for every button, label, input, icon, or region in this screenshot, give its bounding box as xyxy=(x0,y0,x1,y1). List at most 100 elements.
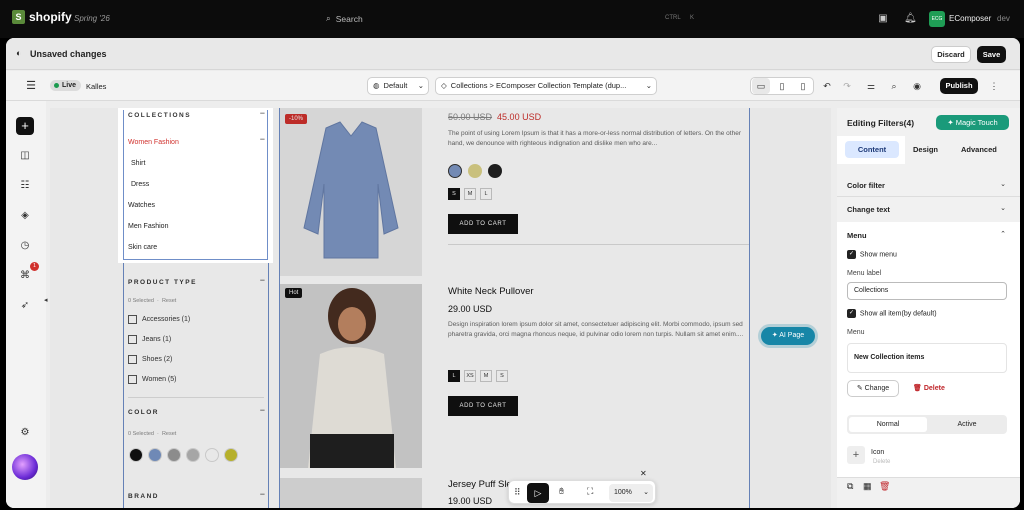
collection-item-dress[interactable]: Dress xyxy=(131,181,149,188)
copy-icon[interactable]: ⧉ xyxy=(847,481,853,492)
product-type-option[interactable]: Women (5) xyxy=(128,375,177,384)
drag-handle-icon[interactable]: ⠿ xyxy=(514,487,521,498)
change-button[interactable]: ✎ Change xyxy=(847,380,899,397)
bell-icon[interactable]: 🔔︎ xyxy=(904,13,917,25)
collection-item-shirt[interactable]: Shirt xyxy=(131,160,145,167)
collapse-left-icon[interactable]: ◂ xyxy=(44,296,48,304)
reset-link[interactable]: Reset xyxy=(162,431,176,437)
trash-icon[interactable]: 🗑︎ xyxy=(879,481,890,492)
add-icon-button[interactable]: + xyxy=(847,446,865,464)
more-icon[interactable]: ⋮ xyxy=(985,78,1003,94)
collapse-minus-icon[interactable]: − xyxy=(260,275,265,285)
size-option[interactable]: XS xyxy=(464,370,476,382)
chevron-up-icon[interactable]: ⌃ xyxy=(1000,230,1006,238)
redo-icon[interactable]: ↷ xyxy=(838,78,856,94)
chevron-down-icon[interactable]: ⌄ xyxy=(1000,180,1006,188)
add-icon[interactable]: + xyxy=(16,117,34,135)
tablet-icon[interactable]: ▯ xyxy=(773,78,791,94)
shopify-logo[interactable]: Sshopify xyxy=(12,10,72,24)
stack-icon[interactable]: ◈ xyxy=(16,207,34,225)
size-option[interactable]: M xyxy=(480,370,492,382)
sliders-icon[interactable]: ⚌ xyxy=(862,78,880,94)
delete-button[interactable]: 🗑︎ Delete xyxy=(913,384,945,392)
layers-icon[interactable]: ◫ xyxy=(16,147,34,165)
chevron-down-icon[interactable]: ⌄ xyxy=(1000,204,1006,212)
gear-icon[interactable]: ⚙ xyxy=(16,424,34,442)
product-title[interactable]: White Neck Pullover xyxy=(448,286,534,297)
product-type-option[interactable]: Shoes (2) xyxy=(128,355,172,364)
menu-icon[interactable]: ☰ xyxy=(22,78,40,94)
assistant-orb[interactable] xyxy=(12,454,38,480)
grid-icon[interactable]: ▦ xyxy=(863,481,872,492)
store-icon[interactable]: ▣ xyxy=(877,13,889,25)
shop-name[interactable]: EComposer xyxy=(949,14,991,23)
color-swatch-silver[interactable] xyxy=(186,448,200,462)
checkbox[interactable] xyxy=(128,335,137,344)
color-swatch-white[interactable] xyxy=(205,448,219,462)
search-bar[interactable]: ⌕ Search xyxy=(326,13,363,24)
tab-active[interactable]: Active xyxy=(929,417,1005,432)
database-icon[interactable]: ☷ xyxy=(16,177,34,195)
default-select[interactable]: ◍ Default ⌄ xyxy=(367,77,429,95)
product-type-option[interactable]: Jeans (1) xyxy=(128,335,171,344)
pointer-icon[interactable]: ▷ xyxy=(527,483,549,503)
variant-swatch-yellow[interactable] xyxy=(468,164,482,178)
size-option[interactable]: S xyxy=(448,188,460,200)
hand-icon[interactable]: ✋︎ xyxy=(559,486,564,497)
tab-advanced[interactable]: Advanced xyxy=(961,145,997,154)
collapse-minus-icon[interactable]: − xyxy=(260,134,265,144)
undo-icon[interactable]: ↶ xyxy=(818,78,836,94)
size-option[interactable]: L xyxy=(480,188,492,200)
product-image[interactable] xyxy=(280,478,422,508)
show-all-toggle[interactable]: ✓ Show all item(by default) xyxy=(847,309,937,318)
collapse-minus-icon[interactable]: − xyxy=(260,108,265,118)
color-swatch-black[interactable] xyxy=(129,448,143,462)
product-image[interactable] xyxy=(280,284,422,468)
collapse-minus-icon[interactable]: − xyxy=(260,405,265,415)
color-filter-section[interactable]: Color filter xyxy=(847,181,885,190)
search-zoom-icon[interactable]: ⌕ xyxy=(885,78,903,94)
fit-screen-icon[interactable]: ⛶ xyxy=(587,486,593,497)
ai-page-button[interactable]: ✦ AI Page xyxy=(761,327,815,345)
checkbox[interactable] xyxy=(128,355,137,364)
publish-button[interactable]: Publish xyxy=(940,78,978,94)
checkbox[interactable] xyxy=(128,315,137,324)
add-to-cart-button[interactable]: ADD TO CART xyxy=(448,214,518,234)
tab-normal[interactable]: Normal xyxy=(849,417,927,432)
discard-button[interactable]: Discard xyxy=(931,46,971,63)
add-to-cart-button[interactable]: ADD TO CART xyxy=(448,396,518,416)
collection-item-skin-care[interactable]: Skin care xyxy=(128,244,157,251)
rocket-icon[interactable]: ➶ xyxy=(16,297,34,315)
show-menu-toggle[interactable]: ✓ Show menu xyxy=(847,250,897,259)
history-icon[interactable]: ◷ xyxy=(16,237,34,255)
collection-item-women-fashion[interactable]: Women Fashion xyxy=(128,139,179,146)
size-option[interactable]: L xyxy=(448,370,460,382)
tab-content[interactable]: Content xyxy=(845,141,899,158)
size-option[interactable]: M xyxy=(464,188,476,200)
checkbox-checked[interactable]: ✓ xyxy=(847,309,856,318)
size-option[interactable]: S xyxy=(496,370,508,382)
product-image[interactable] xyxy=(280,108,422,276)
collection-item-men-fashion[interactable]: Men Fashion xyxy=(128,223,168,230)
variant-swatch-blue[interactable] xyxy=(448,164,462,178)
menu-section-title[interactable]: Menu xyxy=(847,231,867,240)
collection-item-watches[interactable]: Watches xyxy=(128,202,155,209)
color-swatch-blue[interactable] xyxy=(148,448,162,462)
change-text-section[interactable]: Change text xyxy=(847,205,890,214)
color-swatch-yellow[interactable] xyxy=(224,448,238,462)
eye-icon[interactable]: ◉ xyxy=(908,78,926,94)
checkbox[interactable] xyxy=(128,375,137,384)
menu-picker[interactable]: New Collection items xyxy=(847,343,1007,373)
save-button[interactable]: Save xyxy=(977,46,1006,63)
tab-design[interactable]: Design xyxy=(913,145,938,154)
close-icon[interactable]: ✕ xyxy=(640,469,647,478)
magic-touch-button[interactable]: ✦ Magic Touch xyxy=(936,115,1009,130)
variant-swatch-black[interactable] xyxy=(488,164,502,178)
zoom-select[interactable]: 100% ⌄ xyxy=(609,484,653,502)
menu-label-input[interactable]: Collections xyxy=(847,282,1007,300)
color-swatch-gray[interactable] xyxy=(167,448,181,462)
reset-link[interactable]: Reset xyxy=(162,298,176,304)
product-type-option[interactable]: Accessories (1) xyxy=(128,315,190,324)
collapse-minus-icon[interactable]: − xyxy=(260,489,265,499)
collections-filter-block[interactable]: COLLECTIONS − Women Fashion − Shirt Dres… xyxy=(118,108,273,263)
